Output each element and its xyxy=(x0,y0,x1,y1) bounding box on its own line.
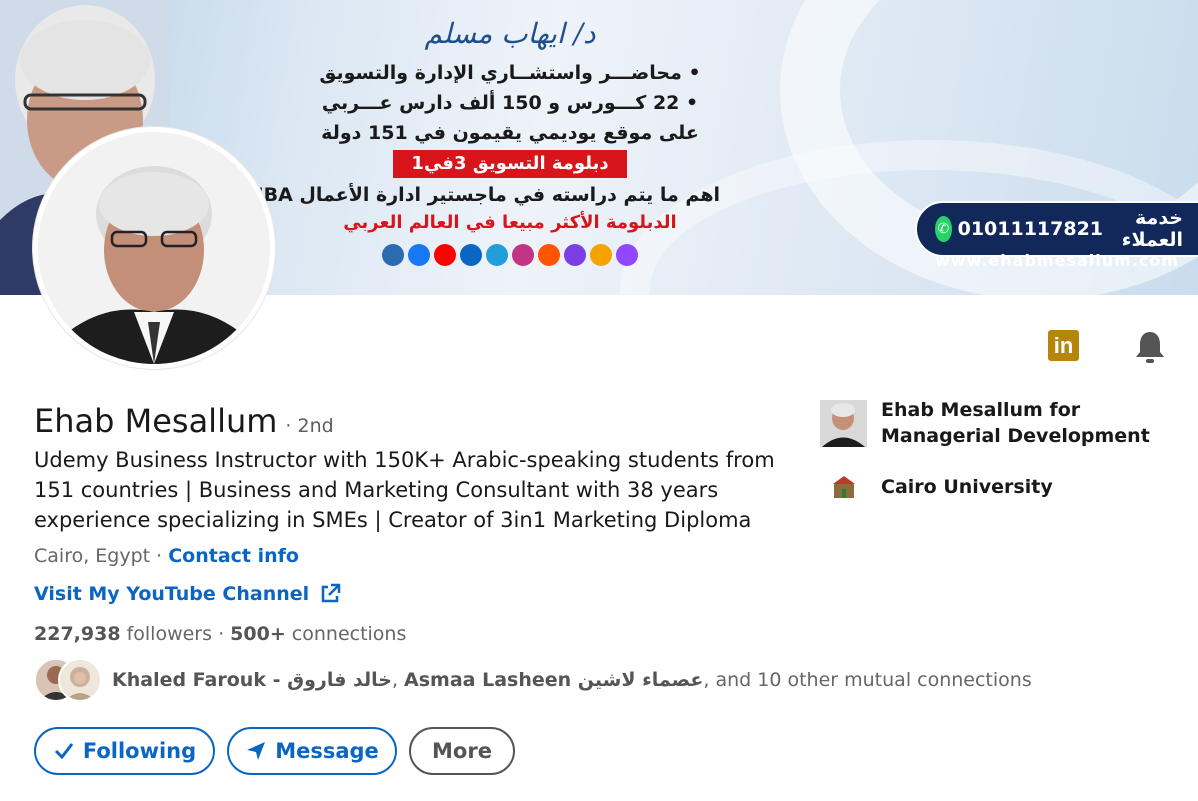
apple-podcasts-icon xyxy=(616,244,638,266)
checkmark-icon xyxy=(54,743,74,760)
youtube-channel-link[interactable]: Visit My YouTube Channel xyxy=(34,583,341,605)
youtube-icon xyxy=(434,244,456,266)
banner-headline: د/ ايهاب مسلم • محاضـــر واستشــاري الإد… xyxy=(244,10,720,266)
more-label: More xyxy=(432,739,492,763)
message-label: Message xyxy=(275,739,379,763)
stats-row: 227,938 followers · 500+ connections xyxy=(34,623,406,645)
banner-contact-pill: خدمة العملاء 01011117821 ✆ www.ehabmesal… xyxy=(915,201,1198,270)
education-school[interactable]: Cairo University xyxy=(820,472,1181,502)
podcast-icon xyxy=(564,244,586,266)
profile-avatar[interactable] xyxy=(33,127,275,369)
mutual-separator: , xyxy=(391,669,405,691)
connection-degree: · 2nd xyxy=(285,415,334,437)
whatsapp-icon: ✆ xyxy=(935,216,952,242)
school-logo xyxy=(820,472,867,502)
send-icon xyxy=(247,742,266,760)
mutual-connections-text: Khaled Farouk - خالد فاروق, Asmaa Lashee… xyxy=(112,669,1032,691)
telegram-icon xyxy=(486,244,508,266)
audible-icon xyxy=(590,244,612,266)
banner-line: • 22 كـــورس و 150 ألف دارس عـــربي xyxy=(321,92,699,114)
youtube-link-label: Visit My YouTube Channel xyxy=(34,583,310,605)
banner-website: www.ehabmesallum.com xyxy=(935,251,1179,270)
followers-label: followers xyxy=(120,623,213,645)
current-company[interactable]: Ehab Mesallum for Managerial Development xyxy=(820,397,1181,449)
banner-phone: خدمة العملاء 01011117821 ✆ xyxy=(935,207,1198,251)
message-button[interactable]: Message xyxy=(227,727,397,775)
company-logo xyxy=(820,399,867,447)
mutual-avatars xyxy=(34,658,104,702)
profile-name: Ehab Mesallum xyxy=(34,402,278,440)
banner-social-icons xyxy=(300,244,720,266)
banner-logo-text: د/ ايهاب مسلم xyxy=(424,17,596,50)
connections-count[interactable]: 500+ xyxy=(230,623,286,645)
mutual-connections[interactable]: Khaled Farouk - خالد فاروق, Asmaa Lashee… xyxy=(34,658,1032,702)
location-separator: · xyxy=(150,545,169,567)
external-link-icon xyxy=(321,583,341,603)
linkedin-premium-icon: in xyxy=(1048,330,1079,361)
banner-line: اهم ما يتم دراسته في ماجستير ادارة الأعم… xyxy=(244,184,720,206)
linkedin-icon xyxy=(460,244,482,266)
following-button[interactable]: Following xyxy=(34,727,215,775)
banner-line: على موقع يوديمي يقيمون في 151 دولة xyxy=(321,122,699,144)
profile-headline: Udemy Business Instructor with 150K+ Ara… xyxy=(34,448,775,532)
banner-diploma-pill: دبلومة التسويق 3في1 xyxy=(393,150,627,178)
mutual-connection-name[interactable]: Asmaa Lasheen عصماء لاشين xyxy=(404,669,703,691)
stats-separator: · xyxy=(212,623,231,645)
profile-actions: Following Message More xyxy=(34,727,515,775)
avatar-photo xyxy=(38,132,270,364)
more-button[interactable]: More xyxy=(409,727,515,775)
connections-label[interactable]: connections xyxy=(286,623,407,645)
social-icon xyxy=(382,244,404,266)
avatar xyxy=(58,658,102,702)
profile-name-row: Ehab Mesallum · 2nd xyxy=(34,402,334,440)
followers-count: 227,938 xyxy=(34,623,121,645)
banner-line: • محاضـــر واستشــاري الإدارة والتسويق xyxy=(319,62,701,84)
banner-line-red: الدبلومة الأكثر مبيعا في العالم العربي xyxy=(343,212,677,233)
banner-phone-label: خدمة العملاء xyxy=(1121,207,1183,251)
company-name: Ehab Mesallum for Managerial Development xyxy=(881,399,1150,447)
instagram-icon xyxy=(512,244,534,266)
contact-info-link[interactable]: Contact info xyxy=(168,545,299,567)
school-name: Cairo University xyxy=(881,476,1053,498)
soundcloud-icon xyxy=(538,244,560,266)
profile-location: Cairo, Egypt xyxy=(34,545,151,567)
following-label: Following xyxy=(82,739,197,763)
mutual-connections-tail: , and 10 other mutual connections xyxy=(703,669,1032,691)
banner-phone-number: 01011117821 xyxy=(957,218,1104,240)
facebook-icon xyxy=(408,244,430,266)
bell-icon[interactable] xyxy=(1134,330,1166,364)
location-row: Cairo, Egypt · Contact info xyxy=(34,545,299,567)
mutual-connection-name[interactable]: Khaled Farouk - خالد فاروق xyxy=(112,669,392,691)
